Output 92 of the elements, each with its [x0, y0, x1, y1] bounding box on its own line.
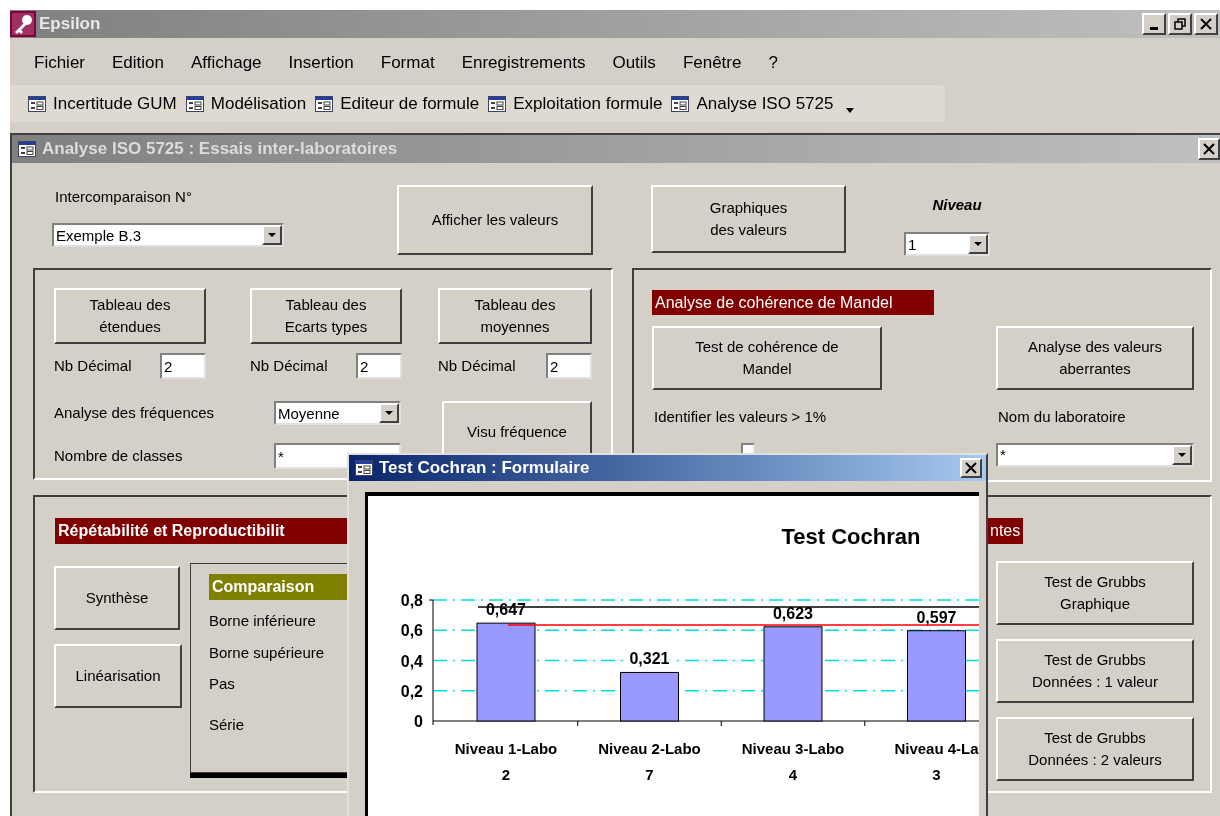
bar — [620, 671, 679, 721]
dropdown-field[interactable]: Moyenne — [274, 401, 401, 425]
form-icon — [671, 95, 690, 112]
chevron-icon[interactable] — [846, 108, 855, 113]
button[interactable]: Test de Grubbs Données : 1 valeur — [996, 639, 1194, 703]
dropdown-field[interactable]: * — [996, 442, 1194, 467]
category-label: Niveau 4-La 3 — [894, 739, 979, 783]
key-icon — [10, 11, 36, 37]
menu-item[interactable]: Insertion — [288, 49, 354, 76]
category-label: Niveau 1-Labo 2 — [454, 739, 558, 783]
category-label: Niveau 2-Labo 7 — [598, 739, 701, 783]
minimize-button[interactable] — [1142, 13, 1166, 35]
toolbar-button[interactable]: Exploitation formule — [488, 90, 663, 117]
axis-tick-label: 0,8 — [400, 591, 423, 609]
menu-item[interactable]: Enregistrements — [461, 49, 586, 76]
button[interactable]: Tableau des moyennes — [438, 288, 592, 344]
dropdown-button[interactable] — [379, 403, 399, 423]
form-icon — [185, 95, 204, 112]
close-button[interactable] — [1198, 138, 1220, 160]
field-label: Nb Décimal — [438, 355, 516, 376]
button[interactable]: Linéarisation — [54, 644, 182, 708]
menu-item[interactable]: Fenêtre — [682, 49, 742, 76]
close-icon — [965, 461, 977, 474]
form-title: Analyse ISO 5725 : Essais inter-laboratoires — [42, 138, 398, 161]
button[interactable]: Test de Grubbs Graphique — [996, 561, 1194, 625]
axis-tick-label: 0,4 — [400, 652, 423, 669]
window-title: Epsilon — [39, 13, 101, 36]
close-icon — [1203, 143, 1215, 155]
close-icon — [1200, 18, 1212, 30]
form-icon — [28, 95, 46, 112]
section-header: Répétabilité et Reproductibilit — [55, 518, 347, 544]
field-label: Nb Décimal — [54, 355, 132, 376]
button[interactable]: Test de Grubbs Données : 2 valeurs — [996, 717, 1194, 781]
caret-icon — [1178, 452, 1186, 457]
button[interactable]: Afficher les valeurs — [397, 185, 593, 255]
chart-title: Test Cochran — [781, 523, 921, 549]
form-icon — [315, 95, 334, 112]
close-button[interactable] — [1194, 13, 1218, 35]
input-field[interactable]: 2 — [160, 353, 206, 379]
axis-tick-label: 0,6 — [400, 621, 423, 639]
field-label: Pas — [209, 674, 236, 694]
field-label: Nombre de classes — [54, 445, 184, 466]
menu-item[interactable]: Affichage — [191, 49, 262, 76]
button[interactable]: Analyse des valeurs aberrantes — [996, 326, 1194, 390]
section-header: ntes — [987, 518, 1024, 544]
restore-icon — [1174, 18, 1186, 30]
menu-item[interactable]: Edition — [112, 49, 164, 76]
field-label: Série — [209, 714, 246, 735]
axis-tick-label: 0,2 — [400, 682, 423, 700]
close-button[interactable] — [960, 457, 982, 478]
minimize-icon — [1150, 26, 1158, 30]
dropdown-button[interactable] — [1172, 444, 1192, 465]
field-label: Borne inférieure — [209, 611, 317, 631]
button[interactable]: Tableau des étendues — [54, 288, 206, 344]
dropdown-field[interactable]: 1 — [904, 232, 990, 256]
input-field[interactable]: 2 — [356, 353, 402, 379]
input-field[interactable]: 2 — [546, 353, 592, 379]
dropdown-button[interactable] — [262, 225, 282, 245]
section-header: Analyse de cohérence de Mandel — [652, 290, 934, 315]
form-icon — [18, 141, 36, 157]
form-icon — [355, 459, 373, 476]
menu-item[interactable]: Fichier — [34, 49, 85, 76]
field-label: Niveau — [932, 195, 982, 215]
caret-icon — [974, 242, 982, 246]
field-label: Analyse des fréquences — [54, 402, 216, 423]
field-label: Nb Décimal — [250, 355, 328, 376]
menu-item[interactable]: ? — [768, 49, 778, 76]
toolbar-button[interactable]: Modélisation — [185, 90, 307, 117]
field-label: Nom du laboratoire — [998, 407, 1127, 427]
field-label: Intercomparaison N° — [55, 187, 193, 207]
axis-tick-label: 0 — [414, 712, 423, 730]
field-label: Borne supérieure — [209, 642, 326, 663]
dropdown-field[interactable]: Exemple B.3 — [52, 223, 284, 247]
toolbar-button[interactable]: Analyse ISO 5725 — [671, 90, 834, 117]
field-label: Identifier les valeurs > 1% — [654, 407, 828, 427]
toolbar-button[interactable]: Incertitude GUM — [28, 90, 177, 117]
restore-button[interactable] — [1168, 13, 1192, 35]
toolbar-button[interactable]: Editeur de formule — [315, 90, 480, 117]
data-label: 0,623 — [773, 604, 813, 622]
data-label: 0,597 — [916, 608, 957, 626]
menu-item[interactable]: Format — [380, 49, 435, 76]
button[interactable]: Synthèse — [54, 566, 180, 630]
button[interactable]: Test de cohérence de Mandel — [652, 326, 882, 390]
caret-icon — [268, 233, 276, 237]
menu-item[interactable]: Outils — [612, 49, 656, 76]
section-header: Comparaison — [209, 574, 350, 600]
caret-icon — [385, 411, 393, 415]
category-label: Niveau 3-Labo 4 — [741, 739, 845, 783]
button[interactable]: Graphiques des valeurs — [651, 185, 846, 253]
form-icon — [488, 95, 507, 112]
button[interactable]: Tableau des Ecarts types — [250, 288, 402, 344]
dropdown-button[interactable] — [968, 234, 988, 254]
